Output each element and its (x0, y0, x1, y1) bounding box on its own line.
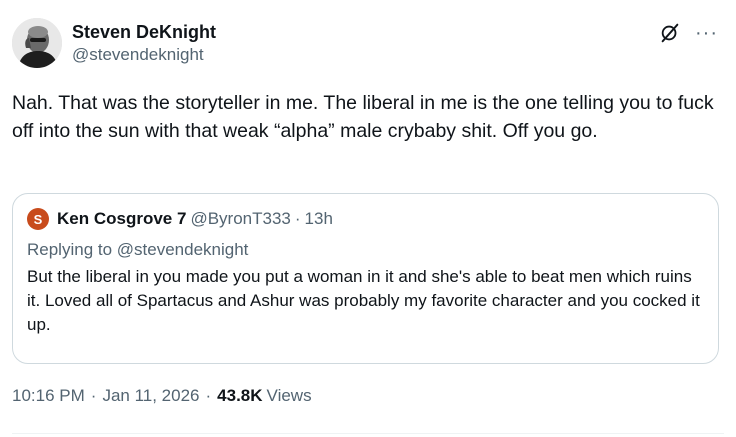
meta-separator: · (205, 386, 212, 405)
quoted-tweet-text: But the liberal in you made you put a wo… (27, 267, 700, 334)
views-count[interactable]: 43.8K (217, 386, 262, 406)
header-actions: ··· (659, 22, 718, 44)
meta-separator: · (90, 386, 97, 405)
more-options-icon[interactable]: ··· (695, 23, 718, 43)
quoted-avatar[interactable]: S (27, 208, 49, 230)
avatar[interactable] (12, 18, 62, 68)
avatar-photo-icon (12, 18, 62, 68)
quoted-display-name[interactable]: Ken Cosgrove 7 (57, 209, 186, 229)
tweet: Steven DeKnight @stevendeknight ··· Nah.… (0, 0, 736, 437)
views-label[interactable]: Views (267, 386, 312, 406)
author-handle[interactable]: @stevendeknight (72, 44, 216, 66)
quoted-time[interactable]: 13h (305, 209, 333, 229)
tweet-text: Nah. That was the storyteller in me. The… (12, 92, 714, 142)
tweet-time[interactable]: 10:16 PM (12, 386, 85, 406)
replying-handle[interactable]: @stevendeknight (117, 240, 249, 259)
tweet-date[interactable]: Jan 11, 2026 (102, 386, 199, 406)
grok-icon[interactable] (659, 22, 681, 44)
replying-prefix: Replying to (27, 240, 117, 259)
quoted-handle[interactable]: @ByronT333 (190, 209, 290, 229)
divider (12, 433, 724, 434)
replying-to: Replying to @stevendeknight (27, 239, 704, 261)
tweet-header: Steven DeKnight @stevendeknight ··· (12, 18, 724, 70)
quoted-separator: · (294, 209, 301, 228)
author-names: Steven DeKnight @stevendeknight (72, 21, 216, 66)
author-display-name[interactable]: Steven DeKnight (72, 21, 216, 43)
quoted-tweet-header: S Ken Cosgrove 7 @ByronT333 · 13h (27, 206, 704, 232)
tweet-meta: 10:16 PM · Jan 11, 2026 · 43.8K Views (12, 386, 312, 406)
quoted-tweet[interactable]: S Ken Cosgrove 7 @ByronT333 · 13h Replyi… (12, 193, 719, 364)
